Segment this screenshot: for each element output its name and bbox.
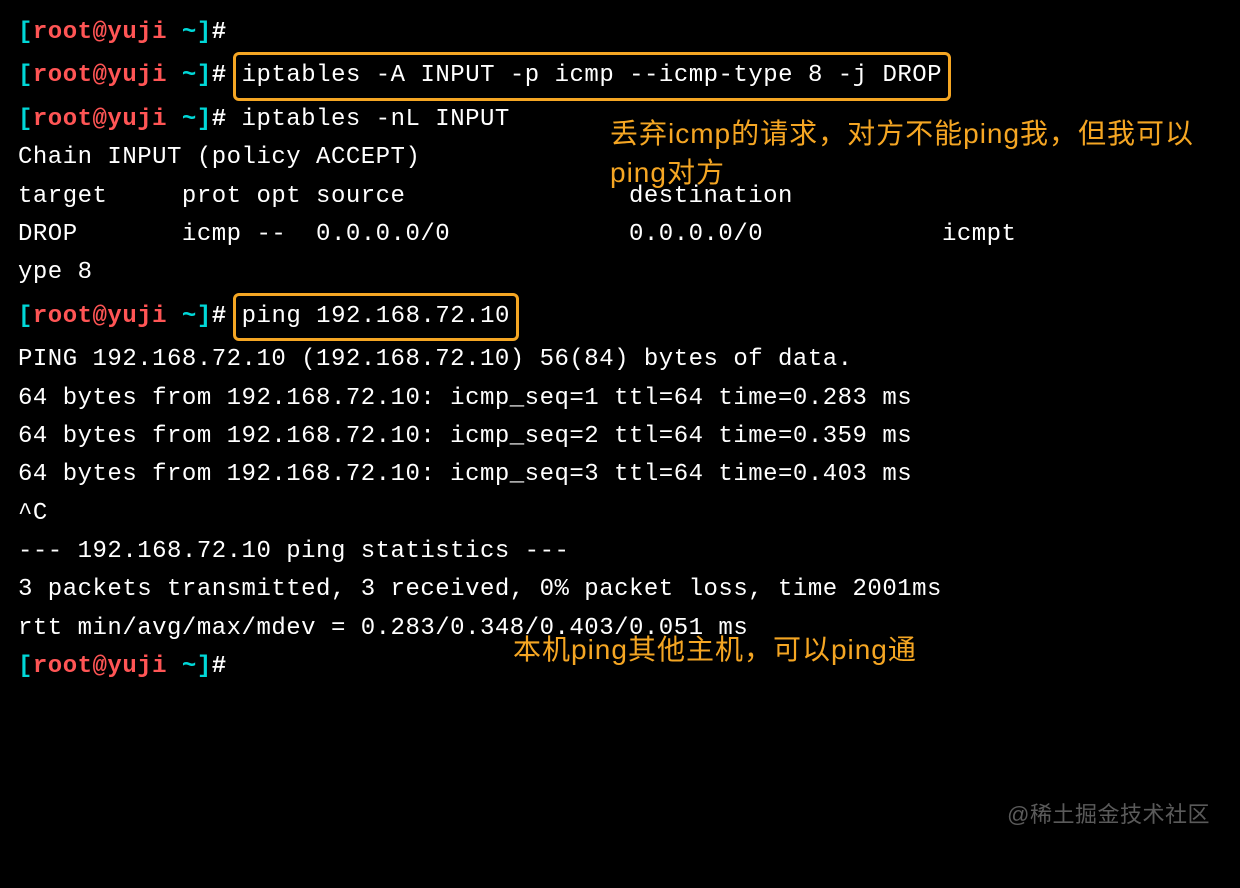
ping-stats-header: --- 192.168.72.10 ping statistics --- (18, 533, 1222, 571)
prompt-line-1: [root@yuji ~]# (18, 14, 1222, 52)
ctrl-c: ^C (18, 495, 1222, 533)
ping-reply-1: 64 bytes from 192.168.72.10: icmp_seq=1 … (18, 380, 1222, 418)
prompt-at: @ (93, 19, 108, 46)
prompt-host: yuji (107, 19, 167, 46)
ping-reply-3: 64 bytes from 192.168.72.10: icmp_seq=3 … (18, 456, 1222, 494)
highlighted-command-1: iptables -A INPUT -p icmp --icmp-type 8 … (233, 52, 951, 100)
prompt-hash: # (212, 19, 227, 46)
ping-reply-2: 64 bytes from 192.168.72.10: icmp_seq=2 … (18, 418, 1222, 456)
highlighted-command-2: ping 192.168.72.10 (233, 293, 519, 341)
rule-row-a: DROP icmp -- 0.0.0.0/0 0.0.0.0/0 icmpt (18, 216, 1222, 254)
bracket-close: ] (197, 19, 212, 46)
annotation-2: 本机ping其他主机，可以ping通 (513, 630, 1013, 669)
prompt-tilde: ~ (167, 19, 197, 46)
watermark: @稀土掘金技术社区 (1007, 797, 1210, 832)
prompt-line-4: [root@yuji ~]#ping 192.168.72.10 (18, 293, 1222, 341)
ping-stats-1: 3 packets transmitted, 3 received, 0% pa… (18, 571, 1222, 609)
empty-cmd (227, 19, 242, 46)
ping-start: PING 192.168.72.10 (192.168.72.10) 56(84… (18, 341, 1222, 379)
bracket-open: [ (18, 19, 33, 46)
prompt-user: root (33, 19, 93, 46)
rule-row-b: ype 8 (18, 254, 1222, 292)
prompt-line-2: [root@yuji ~]#iptables -A INPUT -p icmp … (18, 52, 1222, 100)
cmd-iptables-list: iptables -nL INPUT (227, 106, 510, 133)
annotation-1: 丢弃icmp的请求，对方不能ping我，但我可以ping对方 (610, 114, 1210, 192)
